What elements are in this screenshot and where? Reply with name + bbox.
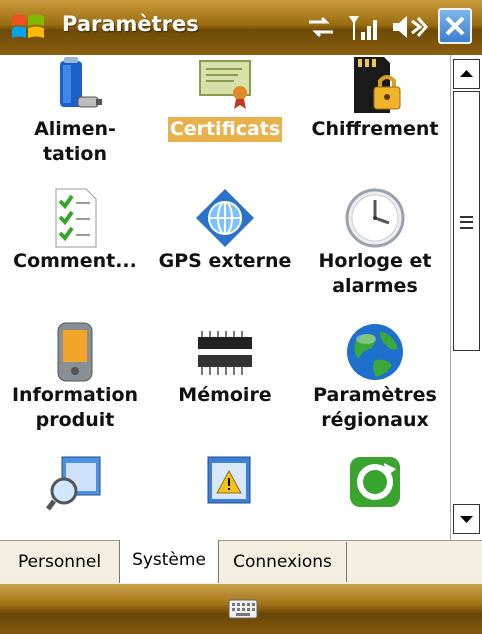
tab-systeme[interactable]: Système — [119, 540, 219, 583]
arrow-down-icon — [460, 516, 473, 523]
signal-icon[interactable] — [346, 12, 380, 42]
item-label: Mémoire — [178, 384, 272, 406]
windows-start-icon[interactable] — [10, 10, 46, 44]
keyboard-icon[interactable] — [228, 599, 258, 619]
item-label: Alimen- tation — [34, 118, 116, 165]
sync-arrows-icon[interactable] — [306, 12, 336, 42]
settings-grid: Alimen- tation Certificats Chiffrement C… — [0, 55, 450, 540]
arrow-up-icon — [460, 70, 473, 77]
vertical-scrollbar[interactable] — [450, 55, 482, 540]
search-window-icon — [46, 456, 101, 511]
window-title: Paramètres — [62, 12, 199, 36]
globe-icon — [347, 324, 403, 380]
gps-globe-icon — [196, 189, 254, 247]
item-gps-externe[interactable]: GPS externe — [150, 187, 300, 274]
item-label: Paramètres régionaux — [313, 384, 437, 431]
item-chiffrement[interactable]: Chiffrement — [300, 55, 450, 142]
tab-personnel[interactable]: Personnel — [0, 542, 120, 582]
item-label: Information produit — [11, 384, 139, 431]
speaker-icon[interactable] — [390, 12, 428, 42]
item-row4-2[interactable] — [150, 451, 300, 538]
item-label: GPS externe — [158, 250, 292, 272]
memory-chip-icon — [198, 331, 252, 375]
item-label: Chiffrement — [311, 118, 439, 140]
certificate-icon — [199, 60, 251, 109]
item-horloge[interactable]: Horloge et alarmes — [300, 187, 450, 299]
close-button[interactable] — [438, 8, 472, 44]
title-bar: Paramètres — [0, 0, 482, 55]
grip-icon — [460, 216, 473, 229]
encryption-lock-icon — [354, 57, 401, 113]
reset-icon — [350, 457, 400, 507]
close-icon — [445, 16, 465, 36]
clock-icon — [345, 188, 405, 248]
checklist-icon — [55, 188, 97, 248]
tab-connexions[interactable]: Connexions — [219, 542, 347, 582]
scroll-thumb[interactable] — [453, 91, 480, 351]
scroll-up-button[interactable] — [453, 59, 480, 89]
item-parametres-regionaux[interactable]: Paramètres régionaux — [300, 321, 450, 433]
scroll-down-button[interactable] — [453, 504, 480, 534]
item-certificats[interactable]: Certificats — [150, 55, 300, 142]
item-alimentation[interactable]: Alimen- tation — [0, 55, 150, 167]
item-information-produit[interactable]: Information produit — [0, 321, 150, 433]
warning-window-icon — [207, 456, 251, 504]
device-icon — [57, 322, 93, 382]
item-label: Certificats — [167, 117, 283, 142]
item-label: Comment... — [13, 250, 137, 272]
tab-bar: Personnel Système Connexions — [0, 540, 482, 584]
battery-icon — [60, 57, 102, 108]
item-comment[interactable]: Comment... — [0, 187, 150, 274]
item-row4-1[interactable] — [0, 451, 150, 538]
item-label: Horloge et alarmes — [318, 250, 432, 297]
item-row4-3[interactable] — [300, 451, 450, 538]
item-memoire[interactable]: Mémoire — [150, 321, 300, 408]
softkey-bar — [0, 584, 482, 634]
